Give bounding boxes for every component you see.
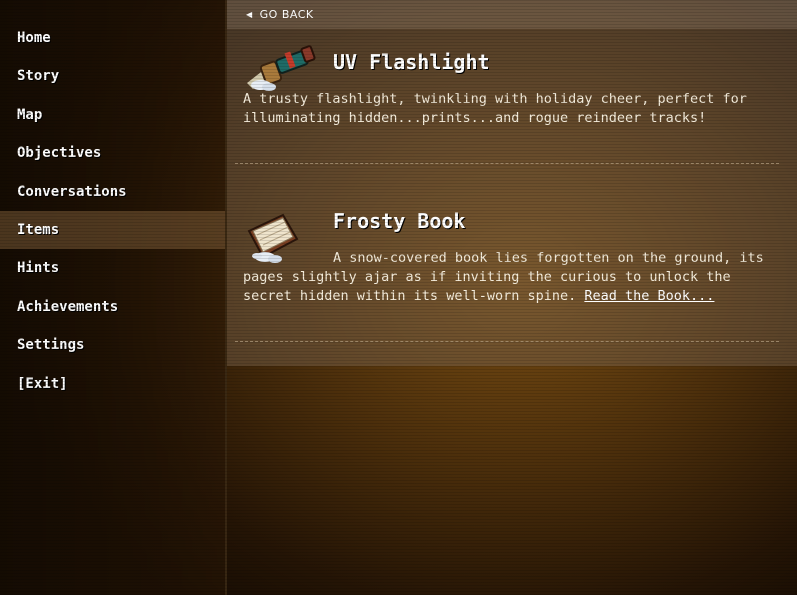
- read-book-link[interactable]: Read the Book...: [584, 288, 714, 304]
- sidebar-item-map[interactable]: Map: [0, 96, 225, 134]
- app-window: Home Story Map Objectives Conversations …: [0, 0, 797, 595]
- item-description: A trusty flashlight, twinkling with holi…: [243, 91, 747, 126]
- sidebar-item-settings[interactable]: Settings: [0, 326, 225, 364]
- item-title: Frosty Book: [333, 209, 466, 233]
- back-arrow-icon: ◀: [246, 10, 253, 19]
- sidebar-item-story[interactable]: Story: [0, 57, 225, 95]
- sidebar-item-home[interactable]: Home: [0, 19, 225, 57]
- go-back-label: GO BACK: [259, 8, 314, 21]
- flashlight-icon: [247, 45, 316, 91]
- item-description: A snow-covered book lies forgotten on th…: [243, 249, 783, 306]
- sidebar-item-exit[interactable]: [Exit]: [0, 365, 225, 403]
- sidebar-item-achievements[interactable]: Achievements: [0, 288, 225, 326]
- divider: [235, 341, 779, 342]
- sidebar-nav: Home Story Map Objectives Conversations …: [0, 0, 227, 595]
- sidebar-item-conversations[interactable]: Conversations: [0, 173, 225, 211]
- main-panel: ◀ GO BACK UV Flashlight A trusty flashli…: [227, 0, 797, 595]
- item-title: UV Flashlight: [333, 50, 490, 74]
- list-item: Frosty Book A snow-covered book lies for…: [227, 164, 797, 364]
- list-item: UV Flashlight A trusty flashlight, twink…: [227, 29, 797, 164]
- items-list: UV Flashlight A trusty flashlight, twink…: [227, 29, 797, 366]
- go-back-button[interactable]: ◀ GO BACK: [227, 0, 797, 29]
- sidebar-item-hints[interactable]: Hints: [0, 249, 225, 287]
- sidebar-item-items[interactable]: Items: [0, 210, 225, 250]
- sidebar-item-objectives[interactable]: Objectives: [0, 134, 225, 172]
